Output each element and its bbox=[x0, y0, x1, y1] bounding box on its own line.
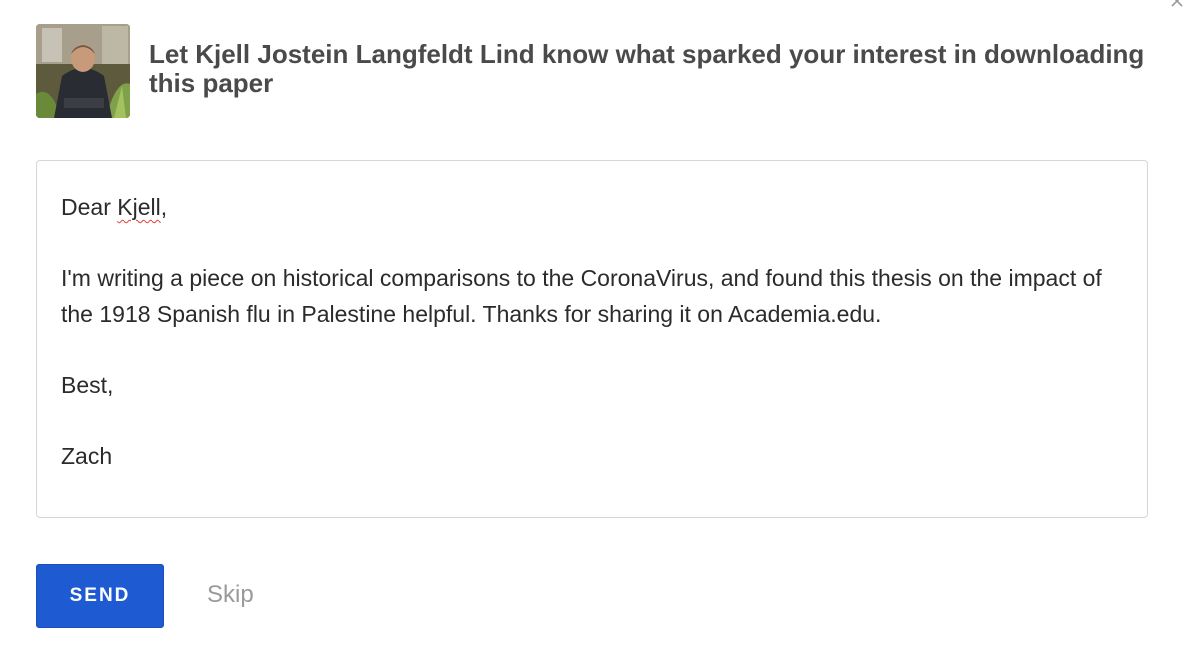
misspelled-word: Kjell bbox=[117, 194, 161, 220]
message-textarea[interactable]: Dear Kjell, I'm writing a piece on histo… bbox=[36, 160, 1148, 518]
close-icon[interactable] bbox=[1170, 0, 1184, 8]
message-signature: Zach bbox=[61, 443, 113, 469]
author-photo-icon bbox=[36, 24, 130, 118]
dialog-heading: Let Kjell Jostein Langfeldt Lind know wh… bbox=[149, 39, 1145, 98]
message-body: I'm writing a piece on historical compar… bbox=[61, 265, 1102, 327]
send-button[interactable]: SEND bbox=[36, 564, 164, 628]
skip-link[interactable]: Skip bbox=[207, 580, 254, 610]
author-avatar bbox=[36, 24, 130, 118]
message-closing: Best, bbox=[61, 372, 114, 398]
message-greeting: Dear Kjell, bbox=[61, 194, 168, 220]
